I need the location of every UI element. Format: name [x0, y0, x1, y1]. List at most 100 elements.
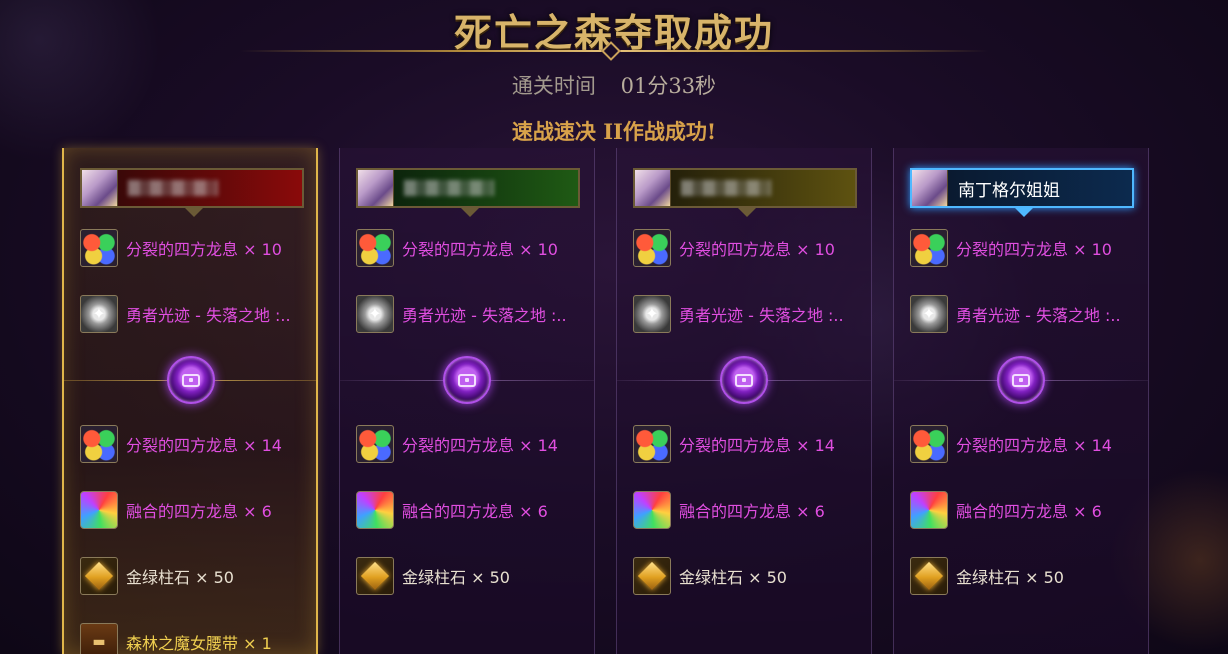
gold-green-stone-icon	[80, 557, 118, 595]
player-name	[118, 170, 302, 206]
reward-item[interactable]: 分裂的四方龙息 × 14	[356, 424, 584, 464]
reward-item[interactable]: 分裂的四方龙息 × 10	[633, 228, 861, 268]
blurred-name	[404, 180, 494, 196]
reward-label: 融合的四方龙息 × 6	[956, 502, 1102, 521]
dragon-breath-icon	[356, 229, 394, 267]
reward-item[interactable]: ✦ 勇者光迹 - 失落之地 :..	[910, 294, 1138, 334]
reward-item[interactable]: ▬ 森林之魔女腰带 × 1	[80, 622, 308, 654]
chest-icon	[735, 373, 753, 387]
player-column[interactable]: 分裂的四方龙息 × 10 ✦ 勇者光迹 - 失落之地 :.. 分裂的四方龙息 × 14…	[616, 148, 872, 654]
result-header: 死亡之森夺取成功 通关时间 01分33秒 速战速决 II作战成功!	[0, 0, 1228, 160]
reward-label: 融合的四方龙息 × 6	[679, 502, 825, 521]
reward-item[interactable]: 金绿柱石 × 50	[356, 556, 584, 596]
dragon-breath-icon	[356, 425, 394, 463]
reward-item[interactable]: 融合的四方龙息 × 6	[910, 490, 1138, 530]
player-column[interactable]: 南丁格尔姐姐分裂的四方龙息 × 10 ✦ 勇者光迹 - 失落之地 :.. 分裂的四方龙…	[893, 148, 1149, 654]
avatar	[635, 170, 671, 206]
reward-label: 勇者光迹 - 失落之地 :..	[402, 306, 567, 325]
player-namebar	[356, 168, 580, 217]
fused-breath-icon	[80, 491, 118, 529]
player-namebar	[80, 168, 304, 217]
reward-item[interactable]: 融合的四方龙息 × 6	[633, 490, 861, 530]
player-namebar: 南丁格尔姐姐	[910, 168, 1134, 217]
fused-breath-icon	[356, 491, 394, 529]
player-column[interactable]: 分裂的四方龙息 × 10 ✦ 勇者光迹 - 失落之地 :.. 分裂的四方龙息 × 14…	[62, 148, 318, 654]
reward-item[interactable]: 融合的四方龙息 × 6	[356, 490, 584, 530]
reward-label: 森林之魔女腰带 × 1	[126, 634, 272, 653]
gold-green-stone-icon	[633, 557, 671, 595]
reward-item[interactable]: 分裂的四方龙息 × 10	[356, 228, 584, 268]
reward-item[interactable]: 分裂的四方龙息 × 14	[80, 424, 308, 464]
chest-icon	[1012, 373, 1030, 387]
dragon-breath-icon	[633, 229, 671, 267]
reward-item[interactable]: ✦ 勇者光迹 - 失落之地 :..	[633, 294, 861, 334]
witch-belt-icon: ▬	[80, 623, 118, 654]
reward-item[interactable]: ✦ 勇者光迹 - 失落之地 :..	[356, 294, 584, 334]
chest-icon	[182, 373, 200, 387]
dragon-breath-icon	[910, 229, 948, 267]
chest-button[interactable]	[443, 356, 491, 404]
dragon-breath-icon	[910, 425, 948, 463]
gem-shape	[84, 561, 114, 591]
hero-trace-icon: ✦	[356, 295, 394, 333]
reward-label: 分裂的四方龙息 × 14	[956, 436, 1112, 455]
gem-shape	[914, 561, 944, 591]
player-namebar	[633, 168, 857, 217]
reward-label: 金绿柱石 × 50	[679, 568, 787, 587]
blurred-name	[681, 180, 771, 196]
clear-time-label: 通关时间	[511, 74, 596, 98]
avatar	[358, 170, 394, 206]
dragon-breath-icon	[80, 425, 118, 463]
reward-label: 分裂的四方龙息 × 10	[402, 240, 558, 259]
dragon-breath-icon	[633, 425, 671, 463]
reward-label: 金绿柱石 × 50	[126, 568, 234, 587]
avatar	[82, 170, 118, 206]
reward-label: 分裂的四方龙息 × 14	[126, 436, 282, 455]
reward-label: 金绿柱石 × 50	[402, 568, 510, 587]
reward-item[interactable]: 融合的四方龙息 × 6	[80, 490, 308, 530]
namebar-pointer	[1014, 207, 1034, 217]
reward-label: 分裂的四方龙息 × 14	[402, 436, 558, 455]
reward-label: 勇者光迹 - 失落之地 :..	[956, 306, 1121, 325]
reward-item[interactable]: 分裂的四方龙息 × 10	[910, 228, 1138, 268]
reward-item[interactable]: 金绿柱石 × 50	[633, 556, 861, 596]
reward-item[interactable]: ✦ 勇者光迹 - 失落之地 :..	[80, 294, 308, 334]
gem-shape	[360, 561, 390, 591]
clear-time-value: 01分33秒	[620, 74, 717, 98]
namebar-pointer	[737, 207, 757, 217]
blurred-name	[128, 180, 218, 196]
reward-item[interactable]: 分裂的四方龙息 × 14	[910, 424, 1138, 464]
chest-button[interactable]	[720, 356, 768, 404]
gem-shape	[637, 561, 667, 591]
hero-trace-icon: ✦	[910, 295, 948, 333]
player-column[interactable]: 分裂的四方龙息 × 10 ✦ 勇者光迹 - 失落之地 :.. 分裂的四方龙息 × 14…	[339, 148, 595, 654]
reward-label: 分裂的四方龙息 × 14	[679, 436, 835, 455]
fused-breath-icon	[910, 491, 948, 529]
clear-time: 通关时间 01分33秒	[0, 70, 1228, 100]
reward-item[interactable]: 分裂的四方龙息 × 14	[633, 424, 861, 464]
gold-green-stone-icon	[356, 557, 394, 595]
fused-breath-icon	[633, 491, 671, 529]
reward-label: 勇者光迹 - 失落之地 :..	[679, 306, 844, 325]
player-name	[394, 170, 578, 206]
hero-trace-icon: ✦	[633, 295, 671, 333]
namebar-pointer	[460, 207, 480, 217]
reward-label: 融合的四方龙息 × 6	[402, 502, 548, 521]
reward-label: 融合的四方龙息 × 6	[126, 502, 272, 521]
reward-item[interactable]: 金绿柱石 × 50	[80, 556, 308, 596]
avatar	[912, 170, 948, 206]
mission-result: 速战速决 II作战成功!	[511, 119, 717, 144]
reward-label: 分裂的四方龙息 × 10	[679, 240, 835, 259]
reward-label: 分裂的四方龙息 × 10	[126, 240, 282, 259]
dragon-breath-icon	[80, 229, 118, 267]
chest-icon	[458, 373, 476, 387]
player-name	[671, 170, 855, 206]
reward-item[interactable]: 分裂的四方龙息 × 10	[80, 228, 308, 268]
hero-trace-icon: ✦	[80, 295, 118, 333]
reward-label: 勇者光迹 - 失落之地 :..	[126, 306, 291, 325]
chest-button[interactable]	[997, 356, 1045, 404]
reward-label: 金绿柱石 × 50	[956, 568, 1064, 587]
namebar-pointer	[184, 207, 204, 217]
chest-button[interactable]	[167, 356, 215, 404]
reward-item[interactable]: 金绿柱石 × 50	[910, 556, 1138, 596]
